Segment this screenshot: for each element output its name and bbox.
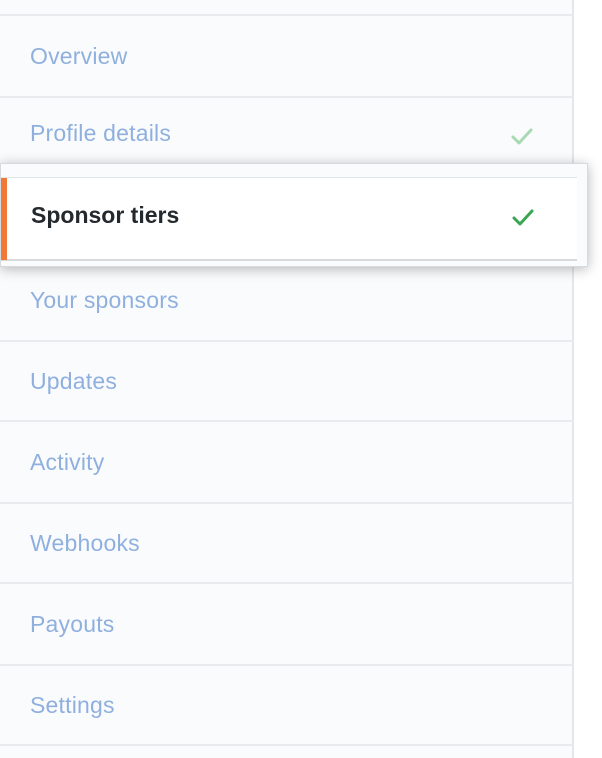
menu-item-your-sponsors[interactable]: Your sponsors [0,260,574,342]
menu-item-updates[interactable]: Updates [0,342,574,422]
menu-item-label: Updates [30,367,118,394]
menu-item-settings[interactable]: Settings [0,666,574,746]
sponsors-dashboard-menu: Overview Profile details Your sponsors U… [0,0,574,758]
menu-item-label: Payouts [30,610,115,637]
menu-item-label: Activity [30,448,105,475]
check-icon [511,128,533,145]
menu-item-label: Settings [30,691,115,718]
menu-item-overview[interactable]: Overview [0,16,574,98]
menu-item-label: Sponsor tiers [31,202,180,228]
menu-item-label: Webhooks [30,529,140,556]
menu-item-label: Profile details [30,120,172,146]
check-icon [512,209,534,226]
menu-item-label: Overview [30,42,128,69]
selected-indicator [1,178,7,260]
menu-item-label: Your sponsors [30,286,179,313]
menu-item-sponsor-tiers[interactable]: Sponsor tiers [0,163,588,267]
menu-item-payouts[interactable]: Payouts [0,584,574,666]
menu-item-activity[interactable]: Activity [0,422,574,504]
selected-item-panel: Sponsor tiers [1,177,577,261]
menu-item-webhooks[interactable]: Webhooks [0,504,574,584]
